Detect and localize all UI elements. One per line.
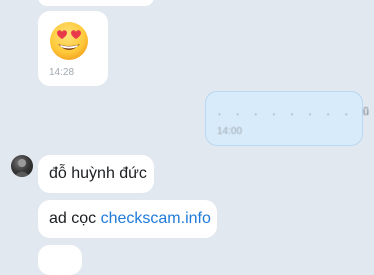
checkscam-link[interactable]: checkscam.info [101,210,211,227]
link-message-text: ad cọc checkscam.info [49,210,211,228]
name-message-bubble[interactable]: đỗ huỳnh đức [38,155,154,193]
next-message-bubble[interactable] [38,245,82,275]
name-message-text: đỗ huỳnh đức [49,165,147,182]
outgoing-message-bubble[interactable]: . . . . . . . . ũi 14:00 [205,91,374,146]
previous-message-bubble[interactable] [38,0,154,6]
outgoing-message-text: . . . . . . . . ũi [218,106,374,118]
sender-avatar[interactable] [11,155,33,177]
outgoing-message-time: 14:00 [217,126,243,137]
link-message-bubble[interactable]: ad cọc checkscam.info [38,200,217,238]
emoji-message-time: 14:28 [49,67,75,78]
avatar-photo-icon [14,159,30,177]
heart-eyes-emoji-icon [50,22,88,60]
link-message-prefix: ad cọc [49,210,101,227]
emoji-message-bubble[interactable]: 14:28 [38,11,108,86]
